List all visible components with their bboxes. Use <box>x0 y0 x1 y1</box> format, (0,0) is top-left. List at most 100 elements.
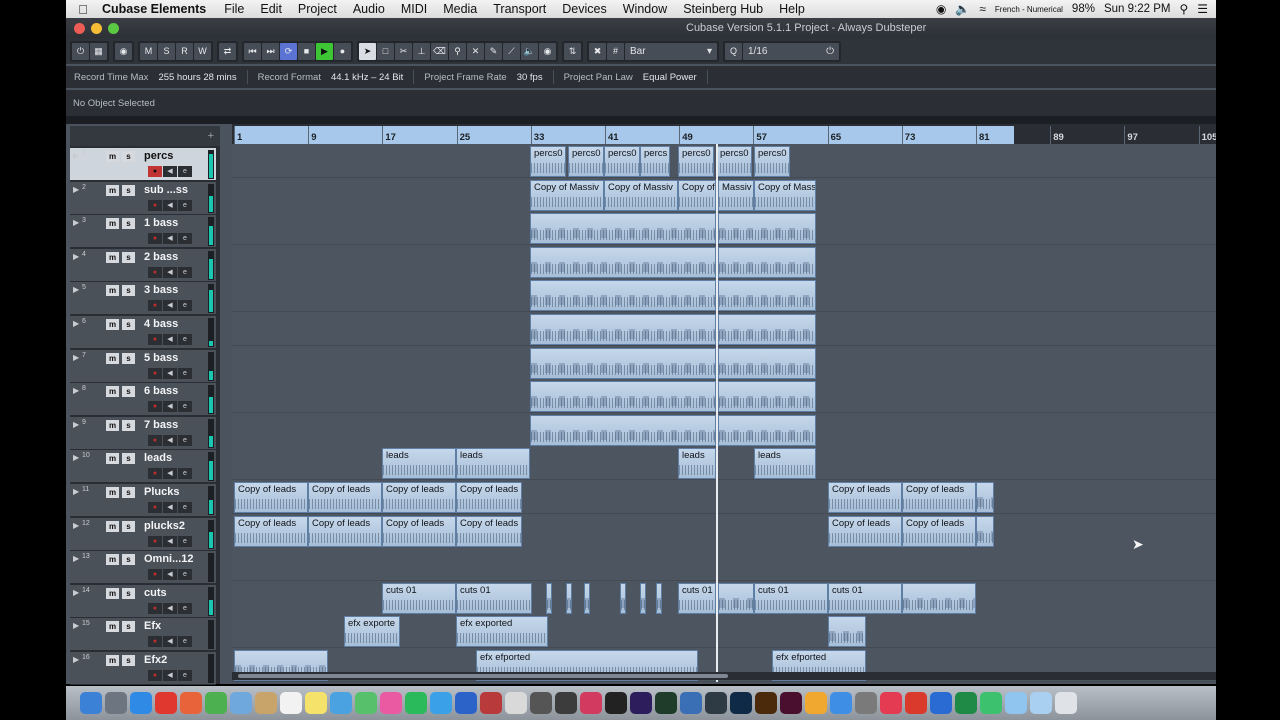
folder-icon[interactable] <box>1030 692 1052 714</box>
record-enable-button[interactable]: ● <box>148 636 162 648</box>
track-header[interactable]: ▶ 13 m s Omni...12 ● ◀ e <box>70 551 216 585</box>
audio-event[interactable] <box>530 347 716 379</box>
zoom-tool-icon[interactable]: ⚲ <box>449 42 466 60</box>
audio-event[interactable]: Copy of Massiv <box>530 179 604 211</box>
record-enable-button[interactable]: ● <box>148 266 162 278</box>
finder-icon[interactable] <box>80 692 102 714</box>
menu-steinberg-hub[interactable]: Steinberg Hub <box>683 2 763 16</box>
mute-button[interactable]: m <box>106 453 119 465</box>
app-icon[interactable] <box>680 692 702 714</box>
audio-event[interactable]: percs0 <box>678 146 714 177</box>
grid-icon[interactable]: # <box>607 42 624 60</box>
global-solo-button[interactable]: S <box>158 42 175 60</box>
app-icon[interactable] <box>580 692 602 714</box>
app-store-icon[interactable] <box>830 692 852 714</box>
opera-icon[interactable] <box>155 692 177 714</box>
mute-button[interactable]: m <box>106 386 119 398</box>
solo-button[interactable]: s <box>122 655 135 666</box>
audio-event[interactable]: Copy of leads <box>308 482 382 513</box>
audio-event[interactable] <box>718 280 816 312</box>
app-icon[interactable] <box>505 692 527 714</box>
trash-icon[interactable] <box>1055 692 1077 714</box>
global-mute-button[interactable]: M <box>140 42 157 60</box>
audio-event[interactable] <box>718 381 816 413</box>
clock[interactable]: Sun 9:22 PM <box>1104 3 1170 15</box>
record-enable-button[interactable]: ● <box>148 367 162 379</box>
stop-icon[interactable]: ■ <box>298 42 315 60</box>
solo-button[interactable]: s <box>122 386 135 398</box>
audio-event[interactable] <box>546 582 552 614</box>
edit-channel-button[interactable]: e <box>178 166 192 177</box>
audio-event[interactable] <box>530 213 716 245</box>
menu-devices[interactable]: Devices <box>562 2 606 16</box>
launchpad-icon[interactable] <box>105 692 127 714</box>
audio-event[interactable]: Copy of Massiv <box>604 179 678 211</box>
wifi-icon[interactable]: ≈ <box>979 2 986 16</box>
play-icon[interactable]: ▶ <box>316 42 333 60</box>
track-name[interactable]: Omni...12 <box>144 553 194 565</box>
record-enable-button[interactable]: ● <box>148 670 162 681</box>
app-icon[interactable] <box>405 692 427 714</box>
track-header[interactable]: ▶ 12 m s plucks2 ● ◀ e <box>70 517 216 551</box>
notes-icon[interactable] <box>305 692 327 714</box>
pan-law-value[interactable]: Equal Power <box>643 72 697 83</box>
audio-event[interactable] <box>718 246 816 278</box>
audio-event[interactable]: leads <box>456 448 530 480</box>
audio-event[interactable]: cuts 01 <box>456 582 532 614</box>
edit-channel-button[interactable]: e <box>178 569 192 581</box>
record-enable-button[interactable]: ● <box>148 401 162 413</box>
track-header[interactable]: ▶ 2 m s sub ...ss ● ◀ e <box>70 181 216 215</box>
edit-channel-button[interactable]: e <box>178 670 192 681</box>
mute-button[interactable]: m <box>106 554 119 566</box>
audio-event[interactable]: Copy of <box>678 179 716 211</box>
photoshop-icon[interactable] <box>730 692 752 714</box>
expand-track-icon[interactable]: ▶ <box>73 554 79 563</box>
menu-window[interactable]: Window <box>623 2 667 16</box>
color-tool-icon[interactable]: ◉ <box>539 42 556 60</box>
expand-track-icon[interactable]: ▶ <box>73 521 79 530</box>
object-selection-tool-icon[interactable]: ➤ <box>359 42 376 60</box>
edit-channel-button[interactable]: e <box>178 199 192 211</box>
expand-track-icon[interactable]: ▶ <box>73 252 79 261</box>
monitor-button[interactable]: ◀ <box>163 266 177 278</box>
audio-event[interactable] <box>828 616 866 648</box>
edit-channel-button[interactable]: e <box>178 266 192 278</box>
mute-button[interactable]: m <box>106 319 119 330</box>
audio-event[interactable]: leads <box>754 448 816 480</box>
solo-button[interactable]: s <box>122 453 135 465</box>
audio-event[interactable]: Massiv <box>718 179 754 211</box>
menu-transport[interactable]: Transport <box>493 2 546 16</box>
audio-event[interactable] <box>530 314 716 345</box>
after-effects-icon[interactable] <box>630 692 652 714</box>
track-header[interactable]: ▶ 16 m s Efx2 ● ◀ e <box>70 652 216 685</box>
global-write-button[interactable]: W <box>194 42 211 60</box>
monitor-button[interactable]: ◀ <box>163 502 177 513</box>
monitor-button[interactable]: ◀ <box>163 636 177 648</box>
track-header[interactable]: ▶ 4 m s 2 bass ● ◀ e <box>70 248 216 282</box>
track-header[interactable]: ▶ 9 m s 7 bass ● ◀ e <box>70 416 216 450</box>
solo-button[interactable]: s <box>122 587 135 599</box>
monitor-button[interactable]: ◀ <box>163 334 177 345</box>
track-name[interactable]: 7 bass <box>144 419 178 431</box>
mute-button[interactable]: m <box>106 487 119 498</box>
track-header[interactable]: ▶ 3 m s 1 bass ● ◀ e <box>70 215 216 249</box>
play-tool-icon[interactable]: 🔈 <box>521 42 538 60</box>
audio-event[interactable]: cuts 01 <box>754 582 828 614</box>
mute-button[interactable]: m <box>106 520 119 532</box>
notification-center-icon[interactable]: ☰ <box>1197 2 1208 16</box>
track-name[interactable]: 1 bass <box>144 217 178 229</box>
expand-track-icon[interactable]: ▶ <box>73 319 79 328</box>
audio-event[interactable]: Copy of leads <box>828 482 902 513</box>
audio-event[interactable] <box>530 280 716 312</box>
edit-channel-button[interactable]: e <box>178 300 192 312</box>
edit-channel-button[interactable]: e <box>178 535 192 547</box>
audio-event[interactable]: cuts 01 <box>828 582 902 614</box>
menu-app-name[interactable]: Cubase Elements <box>102 2 206 16</box>
track-name[interactable]: leads <box>144 452 172 464</box>
solo-button[interactable]: s <box>122 285 135 297</box>
monitor-button[interactable]: ◀ <box>163 468 177 480</box>
expand-track-icon[interactable]: ▶ <box>73 185 79 194</box>
audio-event[interactable] <box>718 347 816 379</box>
autoscroll-icon[interactable]: ⇄ <box>219 42 236 60</box>
quantize-preset-select[interactable]: 1/16 ⏻ <box>743 42 839 60</box>
